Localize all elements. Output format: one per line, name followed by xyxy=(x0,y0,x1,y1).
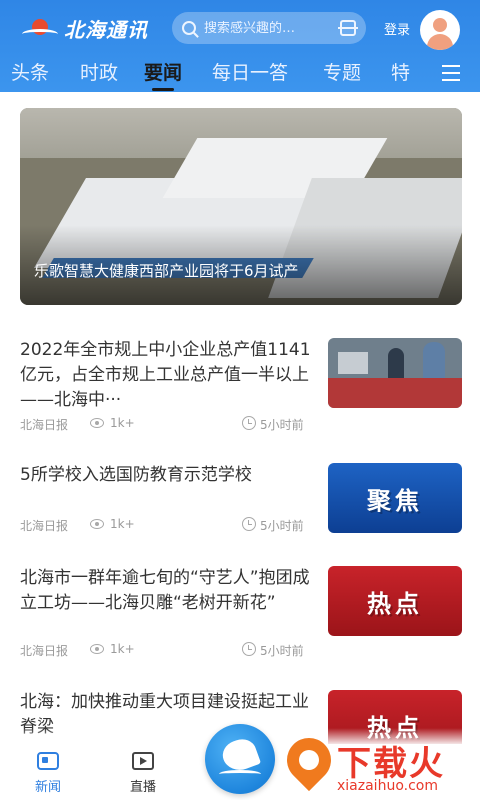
search-input[interactable] xyxy=(204,20,324,36)
hero-caption: 乐歌智慧大健康西部产业园将于6月试产 xyxy=(34,262,299,280)
dolphin-icon xyxy=(218,735,262,775)
news-title: 5所学校入选国防教育示范学校 xyxy=(20,465,252,485)
dolphin-home-button[interactable] xyxy=(205,724,275,794)
channel-tabs: 头条 时政 要闻 每日一答 专题 特 xyxy=(0,56,480,92)
clock-icon xyxy=(242,642,256,656)
login-link[interactable]: 登录 xyxy=(384,19,410,38)
nav-news[interactable]: 新闻 xyxy=(18,752,78,795)
news-thumbnail xyxy=(328,338,462,408)
logo-icon xyxy=(22,17,58,41)
news-time: 5小时前 xyxy=(260,519,304,533)
avatar[interactable] xyxy=(420,10,460,50)
tab-daily-answer[interactable]: 每日一答 xyxy=(212,58,288,85)
thumbnail-badge-text: 热点 xyxy=(367,589,423,618)
tab-headlines[interactable]: 头条 xyxy=(11,58,49,85)
news-icon xyxy=(37,752,59,770)
clock-icon xyxy=(242,416,256,430)
search-bar[interactable] xyxy=(172,12,366,44)
clock-icon xyxy=(242,517,256,531)
news-meta: 北海日报 1k+ 5小时前 xyxy=(20,416,318,432)
scan-icon[interactable] xyxy=(338,20,358,36)
tab-special[interactable]: 专题 xyxy=(323,58,361,85)
news-source: 北海日报 xyxy=(20,519,69,533)
nav-news-label: 新闻 xyxy=(34,780,61,795)
active-tab-indicator xyxy=(152,88,174,91)
news-item[interactable]: 5所学校入选国防教育示范学校 北海日报 1k+ 5小时前 聚焦 xyxy=(20,463,462,543)
news-views: 1k+ xyxy=(110,416,135,430)
nav-live[interactable]: 直播 xyxy=(113,752,173,795)
news-meta: 北海日报 1k+ 5小时前 xyxy=(20,517,318,533)
news-source: 北海日报 xyxy=(20,644,69,658)
news-time: 5小时前 xyxy=(260,418,304,432)
logo-text: 北海通讯 xyxy=(64,18,148,42)
tab-news[interactable]: 要闻 xyxy=(144,58,182,85)
hero-banner[interactable]: 乐歌智慧大健康西部产业园将于6月试产 xyxy=(20,108,462,305)
app-header: 北海通讯 登录 头条 时政 要闻 每日一答 专题 特 xyxy=(0,0,480,92)
thumbnail-badge-text: 聚焦 xyxy=(367,486,423,515)
news-title: 2022年全市规上中小企业总产值1141亿元，占全市规上工业总产值一半以上——北… xyxy=(20,340,311,410)
news-title: 北海市一群年逾七旬的“守艺人”抱团成立工坊——北海贝雕“老树开新花” xyxy=(20,568,310,613)
news-views: 1k+ xyxy=(110,642,135,656)
menu-icon[interactable] xyxy=(442,65,460,81)
eye-icon xyxy=(90,519,104,529)
eye-icon xyxy=(90,644,104,654)
tab-special-more[interactable]: 特 xyxy=(391,58,410,85)
news-source: 北海日报 xyxy=(20,418,69,432)
watermark: 下载火 xiazaihuo.com xyxy=(277,728,480,800)
news-item[interactable]: 北海市一群年逾七旬的“守艺人”抱团成立工坊——北海贝雕“老树开新花” 北海日报 … xyxy=(20,566,462,666)
news-time: 5小时前 xyxy=(260,644,304,658)
watermark-url: xiazaihuo.com xyxy=(337,778,438,794)
eye-icon xyxy=(90,418,104,428)
nav-live-label: 直播 xyxy=(129,780,156,795)
tab-politics[interactable]: 时政 xyxy=(80,58,118,85)
news-thumbnail: 热点 xyxy=(328,566,462,636)
flame-icon xyxy=(277,728,341,792)
app-logo[interactable]: 北海通讯 xyxy=(22,14,148,43)
news-meta: 北海日报 1k+ 5小时前 xyxy=(20,642,318,658)
news-item[interactable]: 2022年全市规上中小企业总产值1141亿元，占全市规上工业总产值一半以上——北… xyxy=(20,338,462,438)
search-icon xyxy=(182,21,196,35)
play-icon xyxy=(132,752,154,770)
news-views: 1k+ xyxy=(110,517,135,531)
news-thumbnail: 聚焦 xyxy=(328,463,462,533)
